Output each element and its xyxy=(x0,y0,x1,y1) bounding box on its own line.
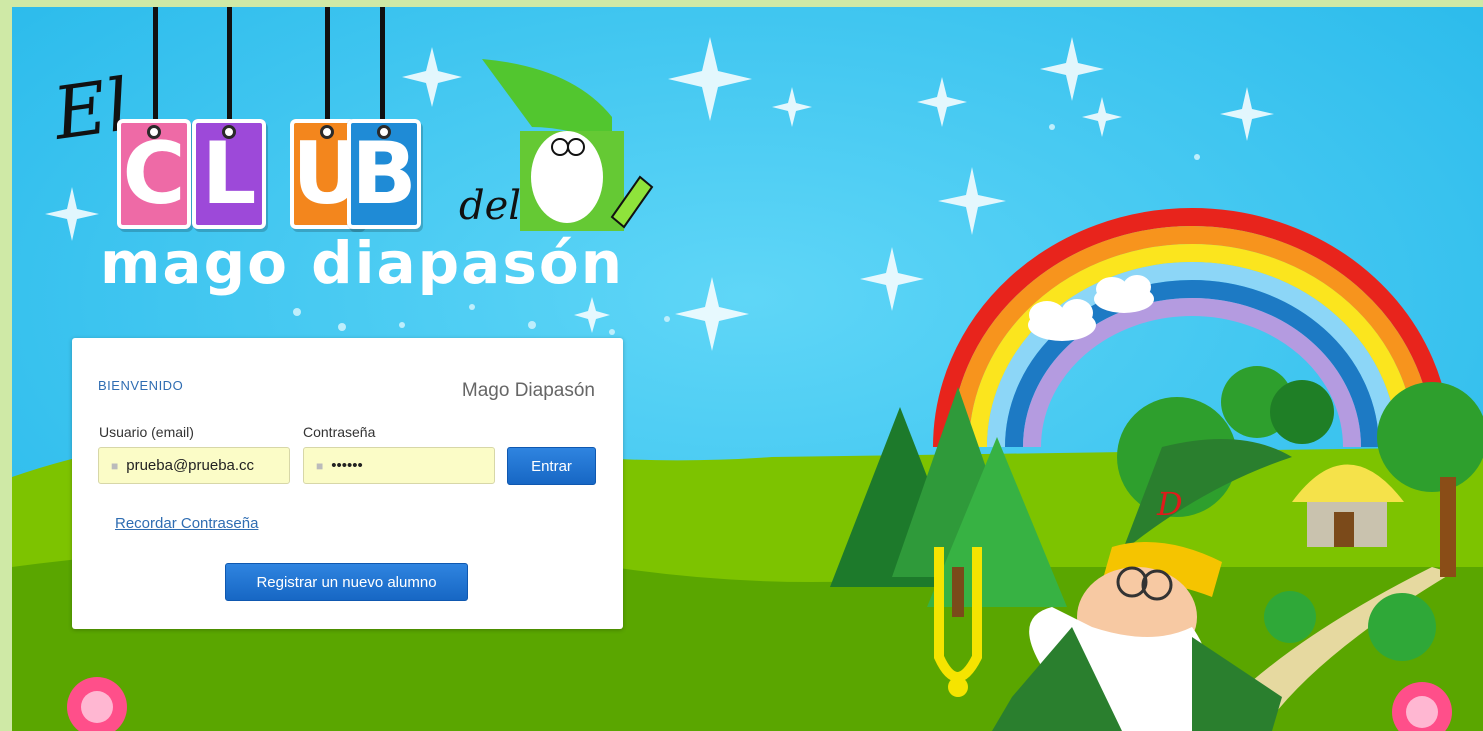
user-icon: ■ xyxy=(111,458,119,473)
login-button[interactable]: Entrar xyxy=(507,447,596,485)
tag-hole xyxy=(147,125,161,139)
password-field[interactable] xyxy=(331,457,494,474)
login-card: BIENVENIDO Mago Diapasón Usuario (email)… xyxy=(72,338,623,629)
tag-hole xyxy=(320,125,334,139)
logo-letter: L xyxy=(201,124,257,224)
tag-string xyxy=(227,7,232,123)
logo-letter: C xyxy=(122,124,186,224)
logo-del-text: del xyxy=(459,183,522,229)
welcome-heading: BIENVENIDO xyxy=(98,378,184,393)
logo-subtitle: mago diapasón xyxy=(100,229,624,297)
logo-tag-l: L xyxy=(192,119,266,229)
register-button[interactable]: Registrar un nuevo alumno xyxy=(225,563,468,601)
brand-name: Mago Diapasón xyxy=(461,380,595,401)
email-field[interactable] xyxy=(126,457,289,474)
logo-letter: B xyxy=(351,124,417,224)
lock-icon: ■ xyxy=(316,458,324,473)
logo-tag-b: B xyxy=(347,119,421,229)
tag-hole xyxy=(377,125,391,139)
password-label: Contraseña xyxy=(303,424,376,440)
logo-tag-c: C xyxy=(117,119,191,229)
tag-string xyxy=(153,7,158,123)
password-field-wrapper: ■ xyxy=(303,447,495,484)
svg-text:D: D xyxy=(1156,485,1183,523)
forgot-password-link[interactable]: Recordar Contraseña xyxy=(115,515,258,532)
email-field-wrapper: ■ xyxy=(98,447,290,484)
user-label: Usuario (email) xyxy=(99,424,194,440)
tag-string xyxy=(325,7,330,123)
tag-string xyxy=(380,7,385,123)
tag-hole xyxy=(222,125,236,139)
